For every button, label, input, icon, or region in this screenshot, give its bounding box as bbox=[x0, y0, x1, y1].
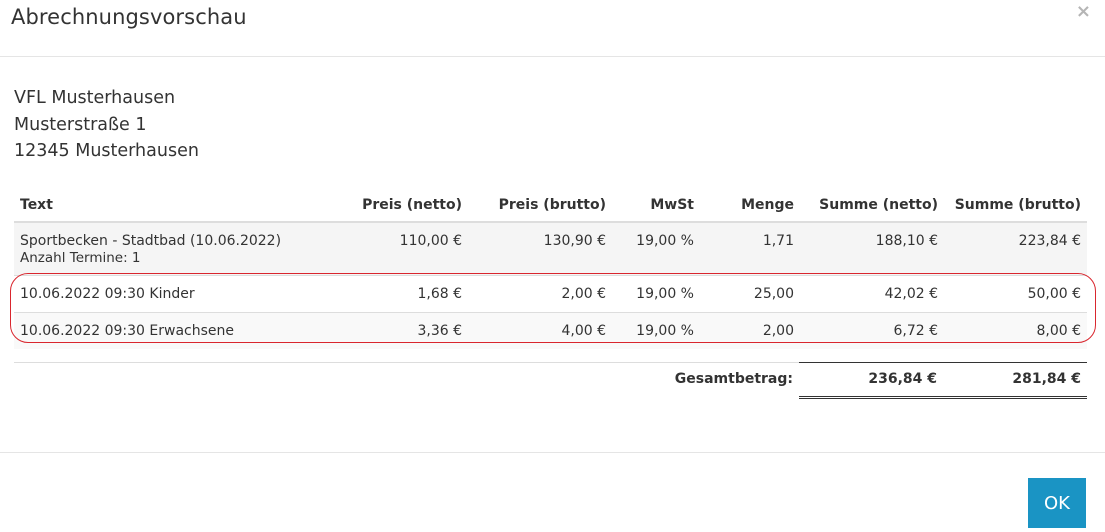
cell-preis-brutto: 130,90 € bbox=[468, 222, 612, 275]
column-header-preis-netto: Preis (netto) bbox=[314, 188, 468, 223]
cell-text: 10.06.2022 09:30 Kinder bbox=[14, 274, 314, 312]
cell-summe-netto: 188,10 € bbox=[800, 222, 944, 275]
cell-summe-netto: 6,72 € bbox=[800, 311, 944, 349]
address-street: Musterstraße 1 bbox=[14, 114, 147, 135]
cell-mwst: 19,00 % bbox=[612, 222, 700, 275]
cell-menge: 1,71 bbox=[700, 222, 800, 275]
dialog-header: Abrechnungsvorschau × bbox=[0, 0, 1105, 57]
dialog-title: Abrechnungsvorschau bbox=[11, 5, 247, 29]
column-header-preis-brutto: Preis (brutto) bbox=[468, 188, 612, 223]
cell-text: Sportbecken - Stadtbad (10.06.2022) Anza… bbox=[14, 222, 314, 275]
table-row: 10.06.2022 09:30 Erwachsene 3,36 € 4,00 … bbox=[14, 311, 1087, 349]
cell-menge: 2,00 bbox=[700, 311, 800, 349]
cell-summe-brutto: 223,84 € bbox=[944, 222, 1087, 275]
cell-preis-netto: 110,00 € bbox=[314, 222, 468, 275]
recipient-address: VFL Musterhausen Musterstraße 1 12345 Mu… bbox=[14, 85, 199, 165]
dialog-footer-divider bbox=[0, 452, 1105, 453]
cell-menge: 25,00 bbox=[700, 274, 800, 312]
column-header-mwst: MwSt bbox=[612, 188, 700, 223]
cell-summe-netto: 42,02 € bbox=[800, 274, 944, 312]
item-subtext: Anzahl Termine: 1 bbox=[20, 250, 141, 266]
cell-mwst: 19,00 % bbox=[612, 274, 700, 312]
total-summe-netto: 236,84 € bbox=[868, 371, 937, 387]
total-label: Gesamtbetrag: bbox=[674, 371, 793, 387]
cell-preis-netto: 1,68 € bbox=[314, 274, 468, 312]
cell-mwst: 19,00 % bbox=[612, 311, 700, 349]
cell-preis-brutto: 4,00 € bbox=[468, 311, 612, 349]
column-header-menge: Menge bbox=[700, 188, 800, 223]
total-top-rule bbox=[799, 362, 1087, 363]
total-double-rule bbox=[799, 396, 1087, 399]
invoice-table: Text Preis (netto) Preis (brutto) MwSt M… bbox=[14, 188, 1087, 349]
address-name: VFL Musterhausen bbox=[14, 88, 176, 108]
total-summe-brutto: 281,84 € bbox=[1012, 371, 1081, 387]
table-row: 10.06.2022 09:30 Kinder 1,68 € 2,00 € 19… bbox=[14, 274, 1087, 312]
cell-preis-brutto: 2,00 € bbox=[468, 274, 612, 312]
cell-preis-netto: 3,36 € bbox=[314, 311, 468, 349]
column-header-summe-brutto: Summe (brutto) bbox=[944, 188, 1087, 223]
table-header-row: Text Preis (netto) Preis (brutto) MwSt M… bbox=[14, 188, 1087, 223]
cell-summe-brutto: 8,00 € bbox=[944, 311, 1087, 349]
address-city: 12345 Musterhausen bbox=[14, 141, 199, 161]
close-icon[interactable]: × bbox=[1076, 2, 1091, 22]
item-title: Sportbecken - Stadtbad (10.06.2022) bbox=[20, 233, 282, 249]
ok-button[interactable]: OK bbox=[1028, 478, 1086, 528]
column-header-summe-netto: Summe (netto) bbox=[800, 188, 944, 223]
cell-text: 10.06.2022 09:30 Erwachsene bbox=[14, 311, 314, 349]
column-header-text: Text bbox=[14, 188, 314, 223]
cell-summe-brutto: 50,00 € bbox=[944, 274, 1087, 312]
table-row-main: Sportbecken - Stadtbad (10.06.2022) Anza… bbox=[14, 222, 1087, 275]
